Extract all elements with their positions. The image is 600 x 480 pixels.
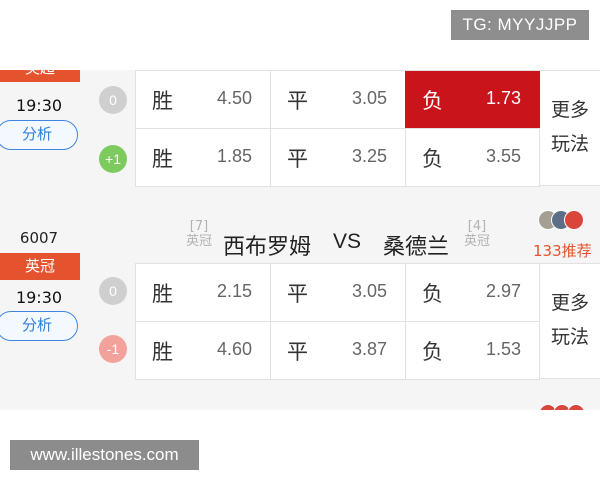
more-label-line2: 玩法 <box>550 326 589 348</box>
odds-value: 3.87 <box>351 339 387 359</box>
odds-cell-draw[interactable]: 平 3.87 <box>270 322 405 379</box>
match-list: 英超 19:30 分析 0 +1 胜 4.50 平 3.05 负 1.73 <box>0 70 600 410</box>
vs-label: VS <box>333 230 362 253</box>
match-card: 6007 英冠 19:30 分析 [7] 英冠 西布罗姆 VS 桑德兰 [4] … <box>0 206 600 402</box>
outcome-label: 负 <box>422 89 443 113</box>
odds-cell-lose[interactable]: 负 1.53 <box>405 322 540 379</box>
away-team[interactable]: 桑德兰 <box>383 229 449 261</box>
home-rank-league: 英冠 <box>185 234 212 249</box>
odds-cell-win[interactable]: 胜 1.85 <box>135 129 270 186</box>
away-rank-league: 英冠 <box>463 234 490 249</box>
odds-value: 1.73 <box>485 88 521 108</box>
odds-value: 1.53 <box>485 339 521 359</box>
handicap-badge: +1 <box>99 145 127 173</box>
odds-row: 胜 4.50 平 3.05 负 1.73 <box>135 71 540 129</box>
outcome-label: 胜 <box>152 147 173 171</box>
odds-value: 1.85 <box>216 146 252 166</box>
recommend-count[interactable]: 133推荐 <box>533 240 592 261</box>
more-plays-button[interactable]: 更多 玩法 <box>540 263 600 379</box>
odds-cell-win[interactable]: 胜 2.15 <box>135 264 270 321</box>
odds-value: 4.50 <box>216 88 252 108</box>
odds-value: 2.97 <box>485 281 521 301</box>
odds-cell-win[interactable]: 胜 4.50 <box>135 71 270 128</box>
odds-value: 3.55 <box>485 146 521 166</box>
outcome-label: 平 <box>287 89 308 113</box>
outcome-label: 负 <box>422 282 443 306</box>
avatar <box>564 210 584 230</box>
analysis-button[interactable]: 分析 <box>0 311 78 341</box>
odds-grid: 胜 4.50 平 3.05 负 1.73 胜 1.85 平 3.25 负 3.5… <box>135 70 540 187</box>
home-rank-number: [7] <box>189 219 209 234</box>
match-code: 6007 <box>19 229 59 247</box>
watermark-top: TG: MYYJJPP <box>451 10 589 40</box>
odds-cell-win[interactable]: 胜 4.60 <box>135 322 270 379</box>
handicap-badge: 0 <box>99 86 127 114</box>
outcome-label: 平 <box>287 147 308 171</box>
watermark-bottom: www.illestones.com <box>10 440 199 470</box>
more-label-line1: 更多 <box>550 292 589 314</box>
odds-row: 胜 1.85 平 3.25 负 3.55 <box>135 129 540 187</box>
next-match-avatars <box>539 404 599 410</box>
away-rank-number: [4] <box>467 219 487 234</box>
league-badge: 英超 <box>0 70 80 82</box>
outcome-label: 胜 <box>152 282 173 306</box>
avatar <box>567 404 585 410</box>
odds-cell-draw[interactable]: 平 3.05 <box>270 264 405 321</box>
outcome-label: 负 <box>422 147 443 171</box>
odds-row: 胜 2.15 平 3.05 负 2.97 <box>135 264 540 322</box>
odds-value: 3.25 <box>351 146 387 166</box>
odds-cell-draw[interactable]: 平 3.05 <box>270 71 405 128</box>
odds-cell-draw[interactable]: 平 3.25 <box>270 129 405 186</box>
outcome-label: 胜 <box>152 340 173 364</box>
handicap-badge: 0 <box>99 277 127 305</box>
more-plays-button[interactable]: 更多 玩法 <box>540 70 600 186</box>
away-rank: [4] 英冠 <box>458 219 496 249</box>
outcome-label: 负 <box>422 340 443 364</box>
home-team[interactable]: 西布罗姆 <box>223 229 311 261</box>
recommender-avatars[interactable] <box>538 210 598 232</box>
outcome-label: 平 <box>287 282 308 306</box>
odds-cell-lose-selected[interactable]: 负 1.73 <box>405 71 540 128</box>
match-time: 19:30 <box>15 288 63 307</box>
odds-value: 2.15 <box>216 281 252 301</box>
handicap-badge: -1 <box>99 335 127 363</box>
analysis-button[interactable]: 分析 <box>0 120 78 150</box>
more-label-line1: 更多 <box>550 99 589 121</box>
odds-cell-lose[interactable]: 负 3.55 <box>405 129 540 186</box>
odds-value: 4.60 <box>216 339 252 359</box>
odds-grid: 胜 2.15 平 3.05 负 2.97 胜 4.60 平 3.87 负 1.5… <box>135 263 540 380</box>
more-label-line2: 玩法 <box>550 133 589 155</box>
match-time: 19:30 <box>15 96 63 115</box>
odds-cell-lose[interactable]: 负 2.97 <box>405 264 540 321</box>
odds-value: 3.05 <box>351 281 387 301</box>
home-rank: [7] 英冠 <box>180 219 218 249</box>
outcome-label: 平 <box>287 340 308 364</box>
odds-row: 胜 4.60 平 3.87 负 1.53 <box>135 322 540 380</box>
league-badge: 英冠 <box>0 253 80 280</box>
outcome-label: 胜 <box>152 89 173 113</box>
odds-value: 3.05 <box>351 88 387 108</box>
